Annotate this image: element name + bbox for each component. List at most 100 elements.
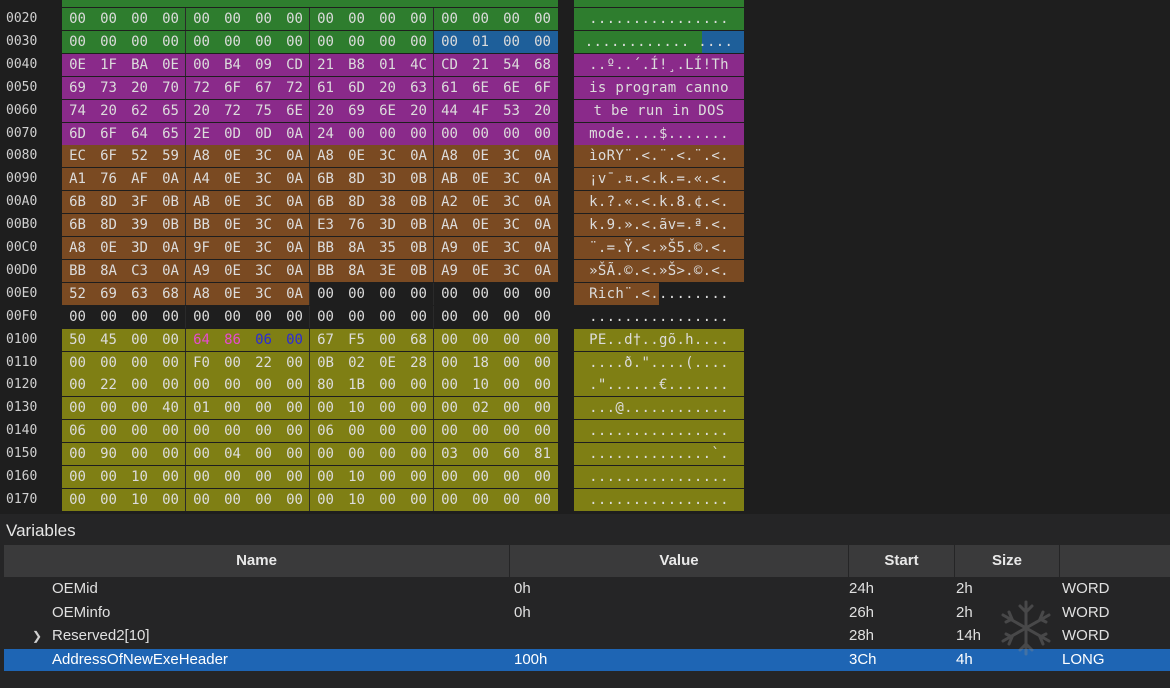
hex-byte[interactable]: 00 [124,443,155,465]
hex-byte[interactable]: 00 [186,443,217,465]
ascii-text[interactable]: ..............`. [574,443,744,465]
hex-byte[interactable]: 0A [527,168,558,190]
hex-byte[interactable]: 69 [341,100,372,122]
hex-byte[interactable]: 00 [279,397,310,419]
hex-byte[interactable]: 00 [496,306,527,328]
hex-byte[interactable]: 00 [527,31,558,53]
hex-byte[interactable]: 9F [186,237,217,259]
variable-row[interactable]: OEMid 0h 24h 2h WORD [4,578,1170,600]
hex-byte[interactable]: 0A [279,168,310,190]
hex-byte[interactable]: 00 [527,283,558,305]
ascii-text[interactable]: k.?.«.<.k.8.¢.<. [574,191,744,213]
hex-byte[interactable]: 74 [62,100,93,122]
hex-byte[interactable]: 0A [527,237,558,259]
hex-byte[interactable]: 0A [527,214,558,236]
hex-byte[interactable]: 20 [93,100,124,122]
hex-byte[interactable]: 6D [341,77,372,99]
hex-byte[interactable]: 59 [155,145,186,167]
hex-byte[interactable]: 00 [62,397,93,419]
hex-byte[interactable]: 00 [403,489,434,511]
hex-byte[interactable]: A4 [186,168,217,190]
hex-byte[interactable]: 00 [527,306,558,328]
hex-byte[interactable]: 00 [372,489,403,511]
hex-byte[interactable]: 0E [465,191,496,213]
hex-byte[interactable]: 00 [465,443,496,465]
hex-byte[interactable]: 00 [465,8,496,30]
hex-byte[interactable]: 00 [248,443,279,465]
hex-byte[interactable]: 00 [217,420,248,442]
hex-byte[interactable]: 00 [403,283,434,305]
hex-byte[interactable]: 00 [372,443,403,465]
hex-byte[interactable]: 00 [217,352,248,374]
hex-byte[interactable]: 0D [248,123,279,145]
hex-byte[interactable]: AA [434,214,465,236]
hex-byte[interactable]: 00 [372,31,403,53]
hex-byte[interactable]: 3C [248,260,279,282]
hex-byte[interactable]: 00 [434,374,465,396]
hex-byte[interactable]: 00 [465,283,496,305]
hex-byte[interactable]: 00 [496,8,527,30]
hex-byte[interactable]: 00 [62,31,93,53]
hex-byte[interactable]: 0A [279,123,310,145]
hex-byte[interactable]: 3C [248,237,279,259]
hex-byte[interactable]: 0E [155,54,186,76]
hex-byte[interactable]: 00 [310,31,341,53]
hex-byte[interactable]: 69 [62,77,93,99]
hex-byte[interactable]: BB [186,214,217,236]
hex-byte[interactable]: 0E [465,214,496,236]
hex-byte[interactable]: 6E [496,77,527,99]
ascii-text[interactable]: ìoRY¨.<.¨.<.¨.<. [574,145,744,167]
ascii-text[interactable]: ¡v¯.¤.<.k.=.«.<. [574,168,744,190]
hex-byte[interactable]: 00 [186,374,217,396]
hex-byte[interactable]: 20 [124,77,155,99]
hex-byte[interactable]: 0E [341,145,372,167]
hex-byte[interactable]: 00 [341,443,372,465]
hex-byte[interactable]: 0E [465,260,496,282]
column-header-size[interactable]: Size [955,545,1059,577]
hex-byte[interactable]: 00 [527,466,558,488]
hex-byte[interactable]: F0 [186,352,217,374]
hex-byte[interactable]: 00 [62,8,93,30]
hex-byte[interactable]: 0B [155,214,186,236]
hex-byte[interactable]: 45 [93,329,124,351]
hex-byte[interactable]: 1B [341,374,372,396]
hex-byte[interactable]: 00 [403,374,434,396]
hex-byte[interactable]: 60 [496,443,527,465]
hex-byte[interactable]: A8 [434,145,465,167]
hex-byte[interactable]: 0E [465,145,496,167]
hex-byte[interactable]: 00 [434,489,465,511]
hex-byte[interactable]: 00 [155,329,186,351]
hex-byte[interactable]: 00 [310,8,341,30]
hex-byte[interactable]: 10 [341,466,372,488]
hex-byte[interactable]: 00 [434,420,465,442]
hex-byte[interactable]: 00 [372,283,403,305]
hex-byte[interactable]: 00 [93,306,124,328]
ascii-text[interactable]: ............ .... [574,31,744,53]
hex-byte[interactable]: 00 [527,374,558,396]
hex-byte[interactable]: 0B [403,214,434,236]
hex-byte[interactable]: 00 [186,8,217,30]
hex-byte[interactable]: 00 [248,374,279,396]
hex-byte[interactable]: 00 [217,374,248,396]
hex-byte[interactable]: AB [434,168,465,190]
hex-byte[interactable]: CD [434,54,465,76]
hex-byte[interactable]: 00 [496,31,527,53]
hex-byte[interactable]: 00 [403,31,434,53]
hex-byte[interactable]: 00 [124,397,155,419]
hex-byte[interactable]: 0A [527,191,558,213]
hex-byte[interactable]: 0E [217,214,248,236]
hex-byte[interactable]: 00 [248,31,279,53]
hex-byte[interactable]: B8 [341,54,372,76]
hex-byte[interactable]: 0A [155,168,186,190]
hex-byte[interactable]: 8D [341,191,372,213]
ascii-text[interactable]: PE..d†..gõ.h.... [574,329,744,351]
hex-byte[interactable]: 00 [434,397,465,419]
hex-byte[interactable]: 00 [279,420,310,442]
hex-byte[interactable]: 61 [310,77,341,99]
hex-byte[interactable]: 00 [217,466,248,488]
ascii-text[interactable]: ................ [574,306,744,328]
hex-byte[interactable]: 06 [310,420,341,442]
hex-byte[interactable]: 00 [124,31,155,53]
hex-byte[interactable]: 00 [124,329,155,351]
hex-byte[interactable]: 00 [403,420,434,442]
